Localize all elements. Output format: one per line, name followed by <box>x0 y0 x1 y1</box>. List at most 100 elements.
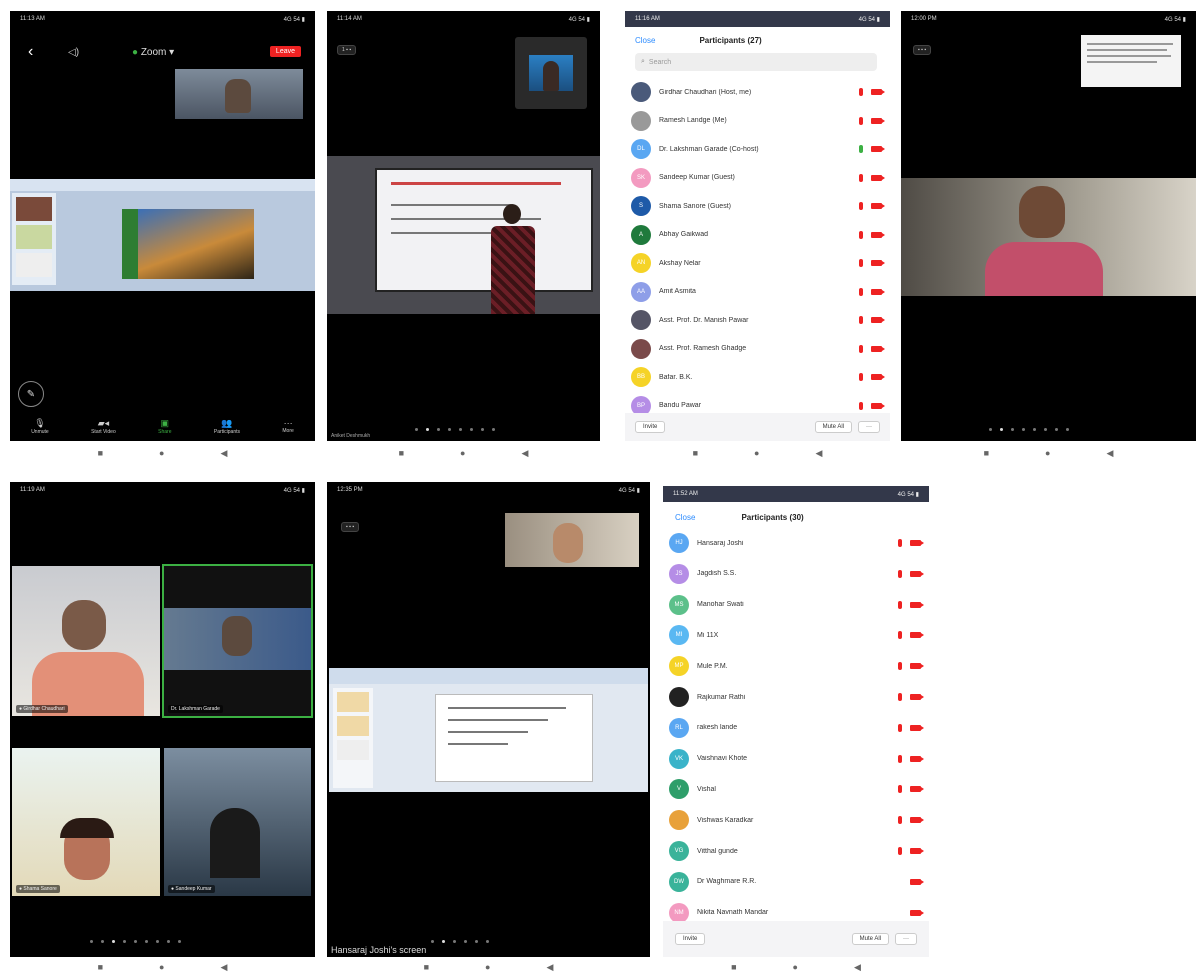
status-time: 11:13 AM <box>20 16 45 22</box>
meeting-title[interactable]: ● Zoom ▾ <box>132 47 174 58</box>
mute-all-button[interactable]: Mute All <box>814 421 852 433</box>
participant-row[interactable]: Rajkumar Rathi <box>663 684 929 710</box>
start-video-button[interactable]: ▰◂ Start Video <box>91 418 116 435</box>
participant-row[interactable]: DL Dr. Lakshman Garade (Co-host) <box>625 136 890 162</box>
close-button[interactable]: Close <box>675 513 695 522</box>
close-button[interactable]: Close <box>635 36 655 45</box>
view-options-button[interactable]: 1 ▪ ▪ <box>337 45 357 55</box>
participant-name: Bandu Pawar <box>659 402 702 409</box>
document-thumbnail[interactable] <box>1081 35 1181 87</box>
avatar: S <box>631 196 651 216</box>
participant-name-tag: ● Sandeep Kumar <box>168 885 215 893</box>
participant-row[interactable]: HJ Hansaraj Joshi <box>663 530 929 556</box>
participant-row[interactable]: AA Amit Asmita <box>625 279 890 305</box>
camera-off-icon <box>871 117 885 124</box>
recents-icon[interactable]: ■ <box>424 962 429 972</box>
participant-row[interactable]: Asst. Prof. Ramesh Ghadge <box>625 336 890 362</box>
invite-button[interactable]: Invite <box>675 933 706 945</box>
participant-row[interactable]: DW Dr Waghmare R.R. <box>663 869 929 895</box>
participants-title: Participants (30) <box>741 512 804 522</box>
avatar: AA <box>631 281 651 302</box>
status-bar: 12:00 PM 4G 54 ▮ <box>901 11 1196 27</box>
participant-row[interactable]: Asst. Prof. Dr. Manish Pawar <box>625 307 890 333</box>
back-nav-icon[interactable]: ◀ <box>815 448 822 459</box>
participant-row[interactable]: Ramesh Landge (Me) <box>625 108 890 134</box>
share-button[interactable]: ▣ Share <box>158 418 171 435</box>
self-video-thumbnail[interactable] <box>175 69 303 119</box>
participant-row[interactable]: A Abhay Gaikwad <box>625 222 890 248</box>
android-nav-bar: ■ ● ◀ <box>663 960 929 974</box>
participants-button[interactable]: 👥 Participants <box>214 418 240 435</box>
back-nav-icon[interactable]: ◀ <box>220 448 227 459</box>
participants-title: Participants (27) <box>699 35 762 45</box>
recents-icon[interactable]: ■ <box>98 448 103 458</box>
participant-row[interactable]: JS Jagdish S.S. <box>663 561 929 587</box>
secure-dot-icon: ● <box>132 47 139 58</box>
recents-icon[interactable]: ■ <box>984 448 989 458</box>
participant-row[interactable]: RL rakesh lande <box>663 715 929 741</box>
participant-row[interactable]: Vishwas Karadkar <box>663 807 929 833</box>
home-icon[interactable]: ● <box>159 962 164 972</box>
avatar <box>669 687 689 707</box>
recents-icon[interactable]: ■ <box>399 448 404 458</box>
recents-icon[interactable]: ■ <box>98 962 103 972</box>
host-video-thumbnail[interactable] <box>515 37 587 109</box>
status-bar: 11:52 AM 4G 54 ▮ <box>663 486 929 502</box>
back-nav-icon[interactable]: ◀ <box>1106 448 1113 459</box>
home-icon[interactable]: ● <box>485 962 490 972</box>
presenter-video-thumbnail[interactable] <box>505 513 639 567</box>
status-time: 12:35 PM <box>337 487 363 493</box>
speaker-icon[interactable]: ◁) <box>68 47 79 58</box>
participant-row[interactable]: SK Sandeep Kumar (Guest) <box>625 165 890 191</box>
more-options-button[interactable]: ··· <box>895 933 917 945</box>
participant-row[interactable]: AN Akshay Nelar <box>625 250 890 276</box>
participant-row[interactable]: VG Vitthal gunde <box>663 838 929 864</box>
avatar: V <box>669 779 689 800</box>
home-icon[interactable]: ● <box>159 448 164 458</box>
camera-off-icon <box>910 724 924 731</box>
gallery-tile[interactable]: ● Sandeep Kumar <box>164 748 311 896</box>
participant-row[interactable]: MI Mi 11X <box>663 622 929 648</box>
participant-row[interactable]: VK Vaishnavi Khote <box>663 746 929 772</box>
mute-all-button[interactable]: Mute All <box>851 933 889 945</box>
back-nav-icon[interactable]: ◀ <box>220 962 227 973</box>
recents-icon[interactable]: ■ <box>693 448 698 458</box>
lecturer-figure <box>485 204 541 314</box>
participant-name: rakesh lande <box>697 724 738 732</box>
recents-icon[interactable]: ■ <box>731 962 736 972</box>
home-icon[interactable]: ● <box>793 962 798 972</box>
status-bar: 11:14 AM 4G 54 ▮ <box>327 11 600 27</box>
back-nav-icon[interactable]: ◀ <box>854 962 861 973</box>
participant-row[interactable]: BB Bafar. B.K. <box>625 364 890 390</box>
participant-row[interactable]: MS Manohar Swati <box>663 592 929 618</box>
view-options-button[interactable]: ▪ ▪ ▪ <box>341 522 360 532</box>
participant-row[interactable]: V Vishal <box>663 776 929 802</box>
leave-button[interactable]: Leave <box>269 46 301 57</box>
gallery-tile[interactable]: ● Shama Sanore <box>12 748 160 896</box>
avatar <box>631 310 651 330</box>
home-icon[interactable]: ● <box>1045 448 1050 458</box>
camera-off-icon <box>871 146 885 152</box>
back-nav-icon[interactable]: ◀ <box>546 962 553 973</box>
microphone-icon <box>898 539 902 547</box>
microphone-icon <box>898 785 902 794</box>
invite-button[interactable]: Invite <box>635 421 666 433</box>
participant-row[interactable]: MP Mule P.M. <box>663 653 929 679</box>
more-button[interactable]: ··· More <box>282 418 293 434</box>
home-icon[interactable]: ● <box>460 448 465 458</box>
annotate-pen-button[interactable]: ✎ <box>18 381 44 407</box>
camera-off-icon <box>871 231 885 238</box>
gallery-tile-active-speaker[interactable]: Dr. Lakshman Garade <box>162 564 313 718</box>
back-nav-icon[interactable]: ◀ <box>521 448 528 459</box>
gallery-tile[interactable]: ● Girdhar Chaudhari <box>12 566 160 716</box>
view-options-button[interactable]: ▪ ▪ ▪ <box>913 45 932 55</box>
more-options-button[interactable]: ··· <box>858 421 880 433</box>
search-field[interactable]: ⌕ Search <box>635 53 877 71</box>
participant-row[interactable]: Girdhar Chaudhari (Host, me) <box>625 79 890 105</box>
microphone-icon <box>898 569 902 578</box>
camera-off-icon <box>871 174 885 181</box>
unmute-button[interactable]: 🎙 Unmute <box>31 418 49 435</box>
home-icon[interactable]: ● <box>754 448 759 458</box>
participant-row[interactable]: S Shama Sanore (Guest) <box>625 193 890 219</box>
back-icon[interactable]: ‹ <box>28 43 33 61</box>
